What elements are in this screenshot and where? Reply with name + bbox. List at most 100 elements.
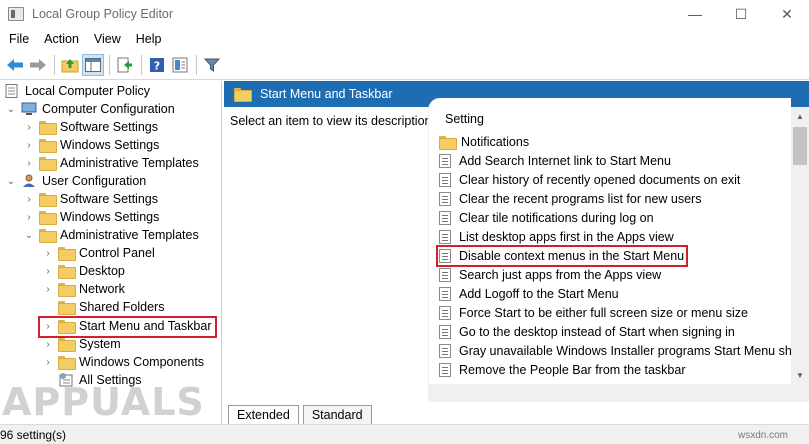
chevron-right-icon[interactable]: ›: [24, 190, 34, 208]
list-item[interactable]: Add Search Internet link to Start Menu: [439, 151, 671, 170]
tree-item-network[interactable]: › Network: [43, 280, 125, 298]
list-item[interactable]: Notifications: [439, 132, 529, 151]
toolbar-separator: [141, 54, 142, 75]
folder-icon: [439, 135, 457, 150]
tree-item-administrative-templates[interactable]: › Administrative Templates: [24, 154, 199, 172]
menu-action[interactable]: Action: [38, 32, 85, 46]
tree-item-control-panel[interactable]: › Control Panel: [43, 244, 155, 262]
policy-setting-icon: [439, 229, 451, 244]
tree-item-label: Software Settings: [60, 120, 158, 134]
chevron-right-icon[interactable]: ›: [43, 280, 53, 298]
list-item[interactable]: Add Logoff to the Start Menu: [439, 284, 619, 303]
column-header-setting[interactable]: Setting: [445, 112, 484, 126]
chevron-right-icon[interactable]: ›: [43, 262, 53, 280]
folder-icon: [39, 121, 57, 135]
list-item-label: Remove the People Bar from the taskbar: [459, 362, 686, 377]
policy-setting-icon: [439, 191, 451, 206]
folder-icon: [234, 88, 252, 102]
tree-item-software-settings[interactable]: › Software Settings: [24, 190, 158, 208]
list-item-label: Clear tile notifications during log on: [459, 210, 654, 225]
tree-item-administrative-templates[interactable]: ⌄ Administrative Templates: [24, 226, 199, 244]
tree-item-label: Control Panel: [79, 246, 155, 260]
tree-item-computer-configuration[interactable]: ⌄ Computer Configuration: [6, 100, 175, 118]
tab-extended[interactable]: Extended: [228, 405, 299, 424]
menu-view[interactable]: View: [88, 32, 127, 46]
filter-button[interactable]: [201, 54, 223, 76]
export-list-button[interactable]: [114, 54, 136, 76]
chevron-right-icon[interactable]: ›: [24, 208, 34, 226]
folder-icon: [39, 211, 57, 225]
highlighted-setting-box: [436, 245, 688, 267]
chevron-right-icon[interactable]: ›: [24, 136, 34, 154]
folder-icon: [58, 247, 76, 261]
scroll-up-icon[interactable]: ▲: [791, 107, 809, 125]
tree-item-local-computer-policy[interactable]: Local Computer Policy: [4, 82, 150, 100]
tree-item-label: Desktop: [79, 264, 125, 278]
chevron-down-icon[interactable]: ⌄: [6, 100, 16, 118]
help-button[interactable]: ?: [146, 54, 168, 76]
policy-setting-icon: [439, 324, 451, 339]
maximize-button[interactable]: ☐: [718, 0, 764, 28]
list-item[interactable]: Remove the People Bar from the taskbar: [439, 360, 686, 379]
list-item[interactable]: Force Start to be either full screen siz…: [439, 303, 748, 322]
filter-icon: [204, 58, 220, 72]
show-hide-tree-button[interactable]: [82, 53, 104, 76]
tab-standard[interactable]: Standard: [302, 405, 372, 424]
list-item[interactable]: Clear history of recently opened documen…: [439, 170, 740, 189]
folder-icon: [58, 265, 76, 279]
minimize-button[interactable]: —: [672, 0, 718, 28]
toolbar-separator: [54, 54, 55, 75]
console-tree: Local Computer Policy ⌄ Computer Configu…: [0, 81, 222, 427]
scroll-down-icon[interactable]: ▼: [791, 366, 809, 384]
tree-item-label: Computer Configuration: [42, 102, 175, 116]
user-icon: [23, 174, 35, 187]
tree-item-windows-components[interactable]: › Windows Components: [43, 353, 204, 371]
list-item[interactable]: Go to the desktop instead of Start when …: [439, 322, 735, 341]
list-item-label: Search just apps from the Apps view: [459, 267, 662, 282]
chevron-right-icon[interactable]: ›: [43, 244, 53, 262]
list-item[interactable]: Gray unavailable Windows Installer progr…: [439, 341, 791, 360]
status-text: 96 setting(s): [0, 427, 67, 442]
chevron-right-icon[interactable]: ›: [24, 154, 34, 172]
close-button[interactable]: ✕: [764, 0, 809, 28]
policy-setting-icon: [439, 286, 451, 301]
tree-item-shared-folders[interactable]: Shared Folders: [53, 298, 164, 316]
forward-button[interactable]: [27, 54, 49, 76]
up-folder-icon: [61, 58, 79, 72]
scroll-thumb[interactable]: [793, 127, 807, 165]
menu-file[interactable]: File: [3, 32, 35, 46]
chevron-right-icon[interactable]: ›: [24, 118, 34, 136]
horizontal-scrollbar[interactable]: [428, 384, 809, 402]
tree-item-label: Shared Folders: [79, 300, 165, 314]
list-item-label: Go to the desktop instead of Start when …: [459, 324, 735, 339]
settings-list: Setting Notifications Add Search Interne…: [428, 98, 791, 383]
policy-setting-icon: [439, 210, 451, 225]
tree-item-windows-settings[interactable]: › Windows Settings: [24, 136, 159, 154]
tree-item-label: User Configuration: [42, 174, 147, 188]
list-item[interactable]: Clear tile notifications during log on: [439, 208, 654, 227]
list-item-label: List desktop apps first in the Apps view: [459, 229, 674, 244]
tree-item-user-configuration[interactable]: ⌄ User Configuration: [6, 172, 146, 190]
chevron-down-icon[interactable]: ⌄: [6, 172, 16, 190]
vertical-scrollbar[interactable]: ▲ ▼: [791, 107, 809, 384]
folder-icon: [39, 229, 57, 243]
list-item[interactable]: Clear the recent programs list for new u…: [439, 189, 701, 208]
tree-item-label: Windows Settings: [60, 210, 160, 224]
back-button[interactable]: [4, 54, 26, 76]
up-one-level-button[interactable]: [59, 54, 81, 76]
list-item[interactable]: Search just apps from the Apps view: [439, 265, 661, 284]
tree-item-desktop[interactable]: › Desktop: [43, 262, 125, 280]
properties-button[interactable]: [169, 54, 191, 76]
menu-help[interactable]: Help: [130, 32, 168, 46]
tree-item-software-settings[interactable]: › Software Settings: [24, 118, 158, 136]
folder-icon: [39, 193, 57, 207]
policy-setting-icon: [439, 172, 451, 187]
title-bar: Local Group Policy Editor — ☐ ✕: [0, 0, 809, 28]
tree-item-label: Administrative Templates: [60, 228, 199, 242]
chevron-right-icon[interactable]: ›: [43, 353, 53, 371]
list-item[interactable]: List desktop apps first in the Apps view: [439, 227, 674, 246]
toolbar: ?: [0, 50, 809, 80]
chevron-down-icon[interactable]: ⌄: [24, 226, 34, 244]
tree-item-windows-settings[interactable]: › Windows Settings: [24, 208, 159, 226]
show-hide-tree-icon: [85, 57, 101, 72]
